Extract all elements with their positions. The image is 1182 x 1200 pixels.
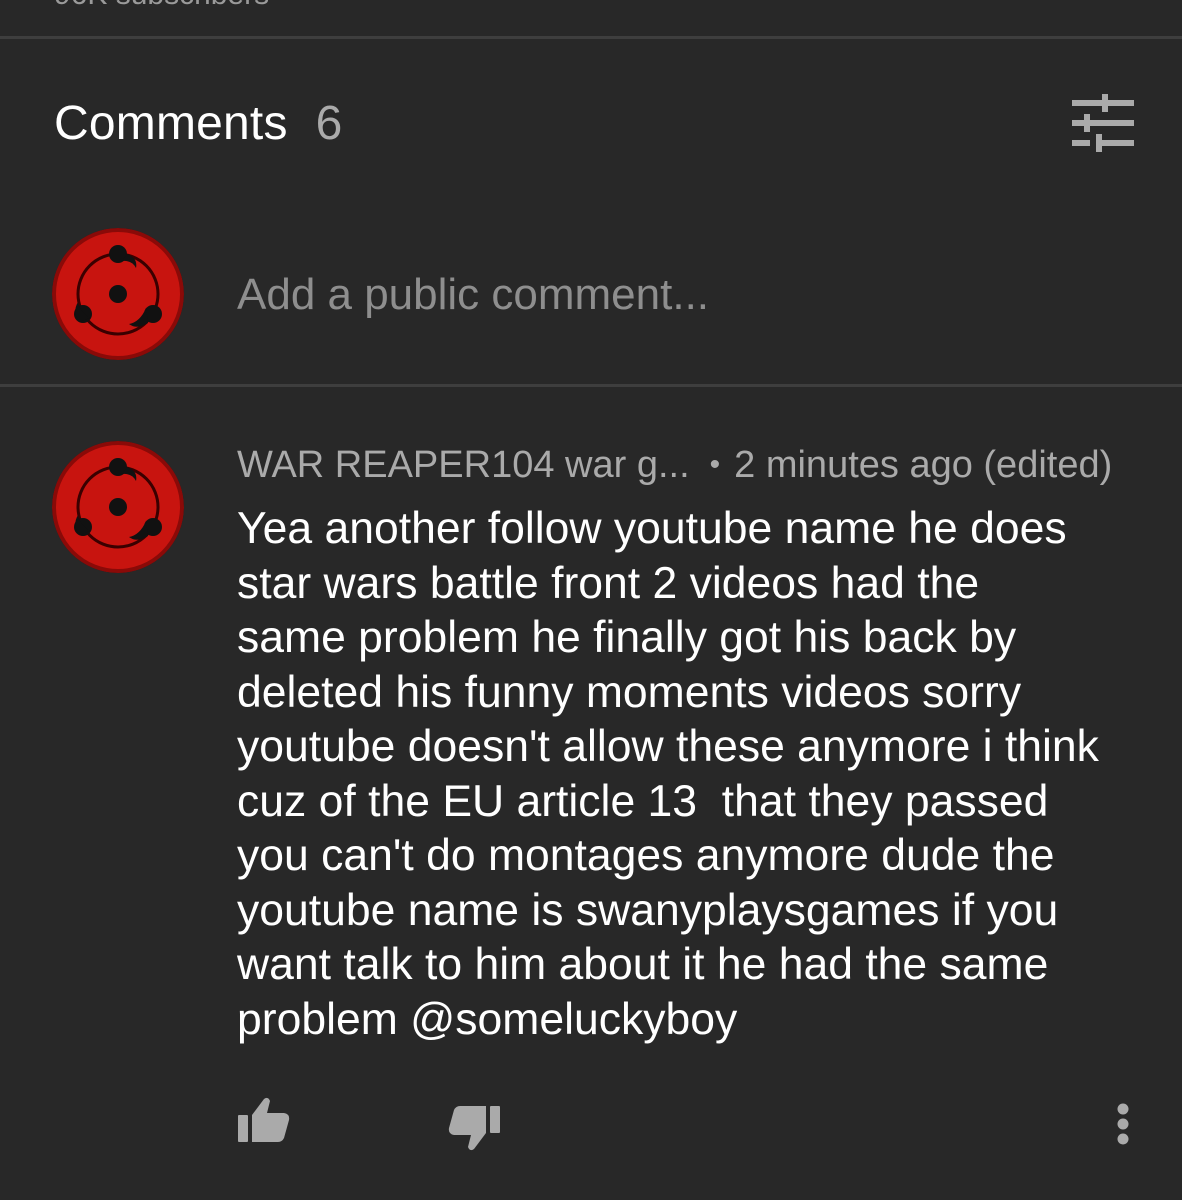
add-comment-input[interactable]: Add a public comment...	[237, 262, 1117, 328]
top-divider	[0, 36, 1182, 39]
sharingan-avatar	[52, 228, 184, 360]
subscriber-count: 96K subscribers	[54, 0, 269, 12]
sharingan-avatar	[52, 441, 184, 573]
section-divider	[0, 384, 1182, 387]
like-button[interactable]	[232, 1092, 296, 1148]
comment-timestamp: 2 minutes ago (edited)	[734, 443, 1113, 486]
sort-comments-button[interactable]	[1066, 90, 1140, 156]
user-avatar[interactable]	[52, 228, 184, 360]
comment-meta: WAR REAPER104 war g... • 2 minutes ago (…	[237, 440, 1112, 490]
comment-author-avatar[interactable]	[52, 441, 184, 573]
more-options-button[interactable]	[1104, 1100, 1142, 1148]
meta-separator: •	[709, 448, 721, 481]
more-vert-icon	[1117, 1103, 1129, 1145]
thumbs-down-icon	[448, 1106, 500, 1151]
comment-author[interactable]: WAR REAPER104 war g...	[237, 444, 690, 487]
comment-body: Yea another follow youtube name he does …	[237, 504, 1099, 1044]
comments-screen: 96K subscribers Comments 6	[0, 0, 1182, 1200]
comments-count: 6	[315, 96, 343, 150]
thumbs-up-icon	[238, 1097, 290, 1142]
sliders-icon	[1072, 94, 1134, 152]
comments-header: Comments 6	[54, 90, 342, 156]
dislike-button[interactable]	[442, 1100, 506, 1156]
comments-title: Comments	[54, 96, 288, 150]
